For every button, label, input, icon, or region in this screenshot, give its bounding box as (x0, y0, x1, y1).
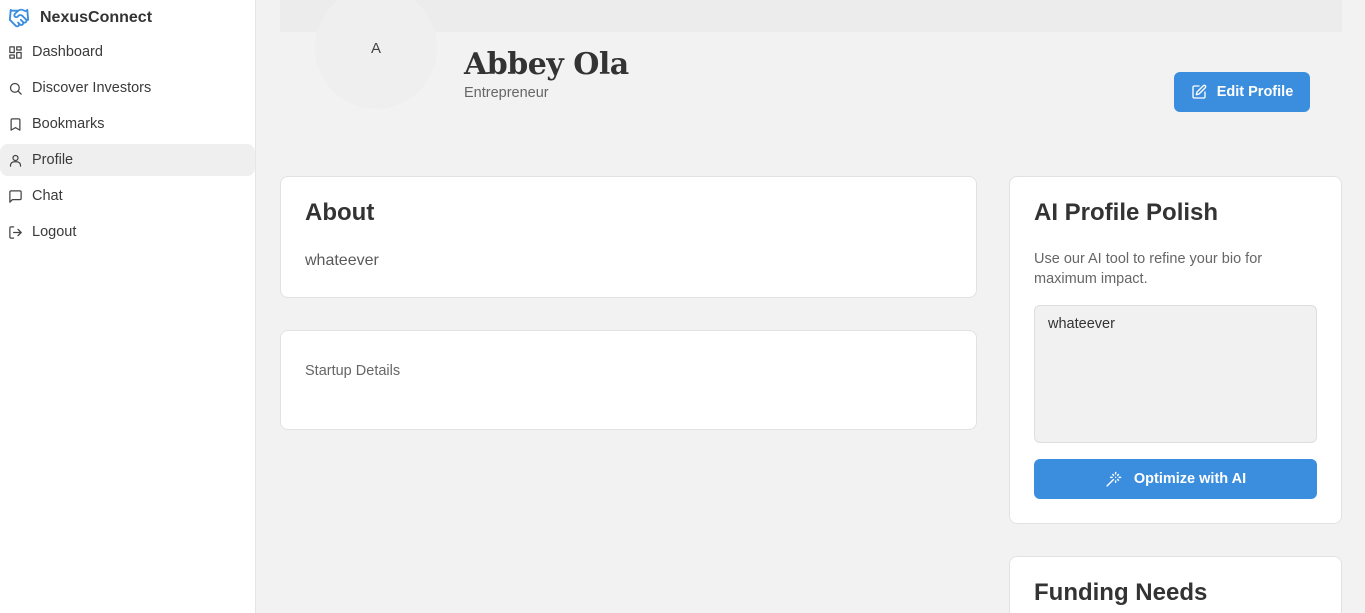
sidebar-item-label: Profile (32, 152, 74, 168)
sidebar-item-dashboard[interactable]: Dashboard (0, 36, 255, 68)
search-icon (8, 81, 23, 96)
sidebar-item-label: Chat (32, 188, 63, 204)
magic-wand-icon (1106, 471, 1122, 487)
about-card: About whateever (280, 176, 977, 298)
startup-details-label: Startup Details (305, 363, 401, 379)
logout-icon (8, 225, 23, 240)
avatar-initial: A (370, 39, 381, 57)
avatar: A (315, 0, 437, 109)
about-title: About (305, 199, 375, 226)
ai-polish-description: Use our AI tool to refine your bio for m… (1034, 251, 1263, 287)
ai-polish-title: AI Profile Polish (1034, 199, 1219, 226)
sidebar-item-chat[interactable]: Chat (0, 180, 255, 212)
profile-cover (280, 0, 1342, 32)
dashboard-icon (8, 45, 23, 60)
chat-icon (8, 189, 23, 204)
sidebar-item-profile[interactable]: Profile (0, 144, 255, 176)
ai-profile-polish-card: AI Profile Polish Use our AI tool to ref… (1009, 176, 1342, 524)
sidebar-item-label: Logout (32, 224, 77, 240)
brand-name: NexusConnect (40, 9, 153, 26)
funding-needs-title: Funding Needs (1034, 579, 1208, 606)
edit-profile-button[interactable]: Edit Profile (1174, 72, 1310, 112)
edit-icon (1192, 84, 1207, 99)
optimize-with-ai-button[interactable]: Optimize with AI (1034, 459, 1317, 499)
sidebar-item-label: Discover Investors (32, 80, 152, 96)
profile-name: Abbey Ola (464, 47, 629, 82)
sidebar-item-label: Bookmarks (32, 116, 105, 132)
sidebar-item-discover-investors[interactable]: Discover Investors (0, 72, 255, 104)
sidebar: NexusConnect Dashboard Discover Investor… (0, 0, 256, 613)
sidebar-nav: Dashboard Discover Investors Bookmarks P… (0, 36, 255, 252)
sidebar-item-label: Dashboard (32, 44, 103, 60)
about-text: whateever (305, 252, 379, 269)
profile-role: Entrepreneur (464, 85, 549, 101)
funding-needs-card: Funding Needs (1009, 556, 1342, 613)
sidebar-item-logout[interactable]: Logout (0, 216, 255, 248)
sidebar-item-bookmarks[interactable]: Bookmarks (0, 108, 255, 140)
edit-profile-label: Edit Profile (1216, 84, 1294, 100)
bio-textarea[interactable]: whateever (1034, 305, 1317, 443)
brand[interactable]: NexusConnect (8, 7, 152, 29)
handshake-logo-icon (8, 7, 32, 29)
optimize-label: Optimize with AI (1133, 471, 1247, 487)
bookmark-icon (8, 117, 23, 132)
startup-details-card: Startup Details (280, 330, 977, 430)
user-icon (8, 153, 23, 168)
